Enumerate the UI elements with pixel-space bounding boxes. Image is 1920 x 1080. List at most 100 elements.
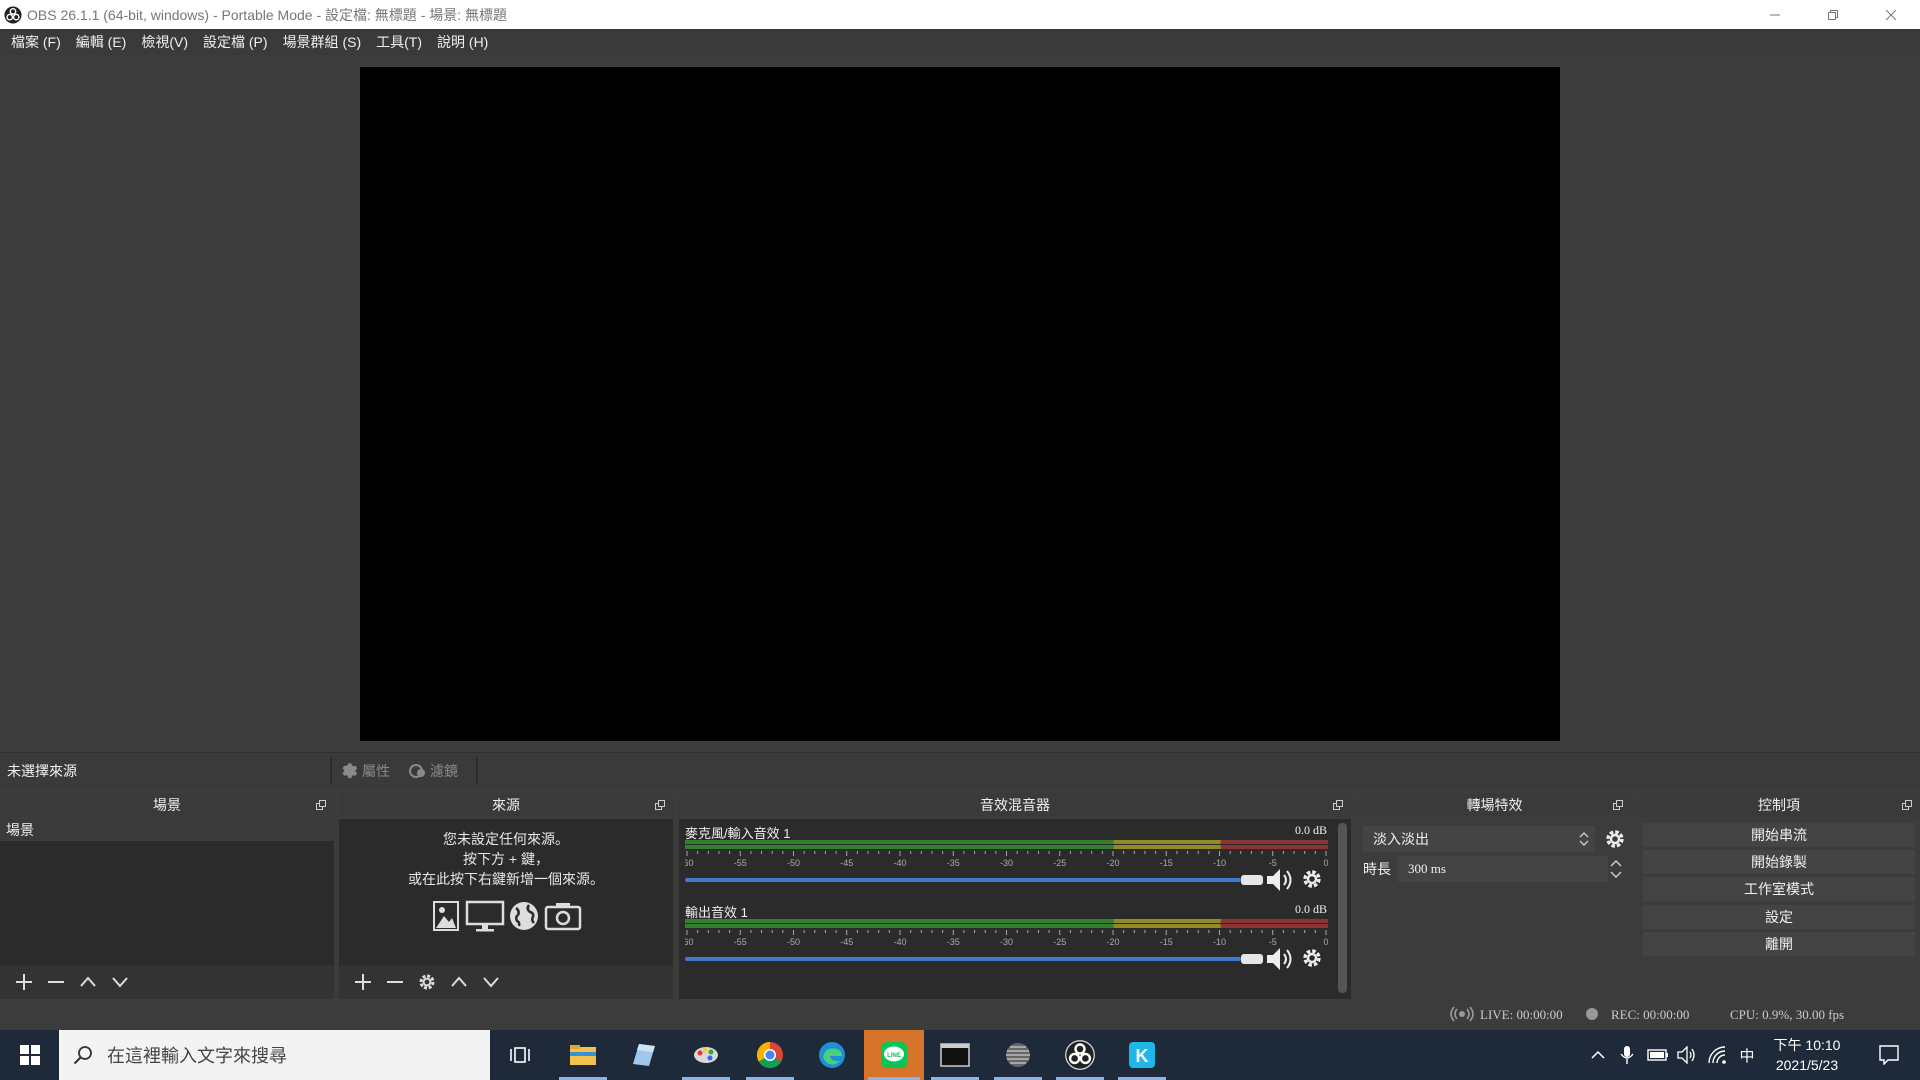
menu-view[interactable]: 檢視(V) xyxy=(134,29,196,55)
notes-app-button[interactable] xyxy=(616,1030,672,1080)
transitions-header: 轉場特效 xyxy=(1358,793,1631,817)
start-button[interactable] xyxy=(0,1030,59,1080)
scale-label: -20 xyxy=(1106,858,1119,868)
close-button[interactable] xyxy=(1862,0,1920,29)
meter-band xyxy=(1113,845,1221,849)
terminal-button[interactable] xyxy=(927,1030,983,1080)
speaker-icon[interactable] xyxy=(1265,866,1295,894)
gear-icon[interactable] xyxy=(1300,946,1324,970)
channel-db: 0.0 dB xyxy=(1294,902,1327,916)
ime-indicator[interactable]: 中 xyxy=(1734,1030,1760,1080)
battery-icon xyxy=(1647,1049,1668,1061)
paint-app-button[interactable] xyxy=(678,1030,734,1080)
menu-scene-collection[interactable]: 場景群組 (S) xyxy=(276,29,370,55)
undock-icon[interactable] xyxy=(316,800,326,810)
svg-text:K: K xyxy=(1136,1046,1149,1066)
show-hidden-icons-button[interactable] xyxy=(1586,1030,1610,1080)
scenes-list: 場景 xyxy=(0,819,334,999)
menu-help[interactable]: 說明 (H) xyxy=(430,29,496,55)
meter-band xyxy=(685,845,1114,849)
edge-icon xyxy=(819,1042,845,1068)
notes-icon xyxy=(633,1044,655,1066)
start-streaming-button[interactable]: 開始串流 xyxy=(1643,823,1915,847)
obs-taskbar-button[interactable] xyxy=(1052,1030,1108,1080)
menu-file[interactable]: 檔案 (F) xyxy=(4,29,69,55)
duration-input[interactable]: 300 ms xyxy=(1398,856,1608,882)
close-icon xyxy=(1885,9,1897,20)
task-view-button[interactable] xyxy=(492,1030,548,1080)
restore-button[interactable] xyxy=(1804,0,1862,29)
duration-label: 時長 xyxy=(1363,861,1391,877)
microphone-icon xyxy=(1620,1046,1634,1064)
scene-item[interactable]: 場景 xyxy=(0,819,334,841)
controls-body: 開始串流 開始錄製 工作室模式 設定 離開 xyxy=(1638,819,1920,999)
minimize-button[interactable] xyxy=(1746,0,1804,29)
gear-icon[interactable] xyxy=(1300,867,1324,891)
taskbar-clock[interactable]: 下午 10:10 2021/5/23 xyxy=(1762,1035,1852,1075)
menu-edit[interactable]: 編輯 (E) xyxy=(69,29,135,55)
sources-list[interactable]: 您未設定任何來源。 按下方 + 鍵， 或在此按下右鍵新增一個來源。 xyxy=(339,819,673,999)
source-down-button[interactable] xyxy=(475,965,507,999)
filters-button[interactable]: 濾鏡 xyxy=(408,761,458,781)
microphone-tray[interactable] xyxy=(1614,1030,1640,1080)
battery-tray[interactable] xyxy=(1644,1030,1672,1080)
taskbar-search[interactable]: 在這裡輸入文字來搜尋 xyxy=(59,1030,490,1080)
chevron-up-icon xyxy=(80,976,96,987)
settings-button[interactable]: 設定 xyxy=(1643,905,1915,929)
start-recording-button[interactable]: 開始錄製 xyxy=(1643,850,1915,874)
scene-down-button[interactable] xyxy=(104,965,136,999)
cpu-fps: CPU: 0.9%, 30.00 fps xyxy=(1730,1007,1845,1022)
toolbar-separator xyxy=(330,757,332,784)
scale-label: -45 xyxy=(840,937,853,947)
network-tray[interactable] xyxy=(1704,1030,1730,1080)
undock-icon[interactable] xyxy=(655,800,665,810)
properties-button[interactable]: 屬性 xyxy=(340,761,390,781)
fader-handle xyxy=(1241,954,1263,964)
undock-icon[interactable] xyxy=(1902,800,1912,810)
notifications-button[interactable] xyxy=(1864,1030,1914,1080)
file-explorer-button[interactable] xyxy=(555,1030,611,1080)
status-bar: LIVE: 00:00:00 REC: 00:00:00 CPU: 0.9%, … xyxy=(0,999,1920,1030)
add-source-button[interactable] xyxy=(347,965,379,999)
mixer-header: 音效混音器 xyxy=(679,793,1351,817)
volume-tray[interactable] xyxy=(1674,1030,1700,1080)
sphere-app-button[interactable] xyxy=(990,1030,1046,1080)
studio-mode-button[interactable]: 工作室模式 xyxy=(1643,877,1915,901)
volume-slider[interactable] xyxy=(685,952,1265,966)
scale-label: -40 xyxy=(893,937,906,947)
filter-icon xyxy=(409,763,425,778)
edge-button[interactable] xyxy=(804,1030,860,1080)
add-scene-button[interactable] xyxy=(8,965,40,999)
source-up-button[interactable] xyxy=(443,965,475,999)
volume-slider[interactable] xyxy=(685,873,1265,887)
task-view-icon xyxy=(510,1047,530,1063)
line-icon: LINE xyxy=(881,1042,907,1068)
exit-button[interactable]: 離開 xyxy=(1643,932,1915,956)
mixer-scrollbar[interactable] xyxy=(1338,823,1347,993)
source-properties-button[interactable] xyxy=(411,965,443,999)
undock-icon[interactable] xyxy=(1613,800,1623,810)
scene-up-button[interactable] xyxy=(72,965,104,999)
camera-icon xyxy=(544,903,582,931)
menu-profile[interactable]: 設定檔 (P) xyxy=(196,29,276,55)
audio-mixer-dock: 音效混音器 麥克風/輸入音效 1 0.0 dB -60-55-50-45-40-… xyxy=(679,793,1351,999)
chrome-button[interactable] xyxy=(742,1030,798,1080)
menu-tools[interactable]: 工具(T) xyxy=(369,29,430,55)
file-explorer-icon xyxy=(570,1045,596,1065)
speaker-icon[interactable] xyxy=(1265,945,1295,973)
k-app-button[interactable]: K xyxy=(1114,1030,1170,1080)
scale-label: -50 xyxy=(787,858,800,868)
gear-icon[interactable] xyxy=(1603,827,1627,851)
meter-band xyxy=(685,924,1114,928)
remove-source-button[interactable] xyxy=(379,965,411,999)
wifi-icon xyxy=(1708,1046,1726,1064)
transition-select[interactable]: 淡入淡出 xyxy=(1363,826,1595,852)
line-button[interactable]: LINE xyxy=(864,1030,924,1080)
duration-spinner[interactable] xyxy=(1608,856,1624,882)
undock-icon[interactable] xyxy=(1333,800,1343,810)
remove-scene-button[interactable] xyxy=(40,965,72,999)
chevron-up-icon xyxy=(451,976,467,987)
duration-value: 300 ms xyxy=(1408,861,1446,876)
preview-canvas[interactable] xyxy=(360,67,1560,741)
sphere-app-icon xyxy=(1006,1043,1030,1067)
